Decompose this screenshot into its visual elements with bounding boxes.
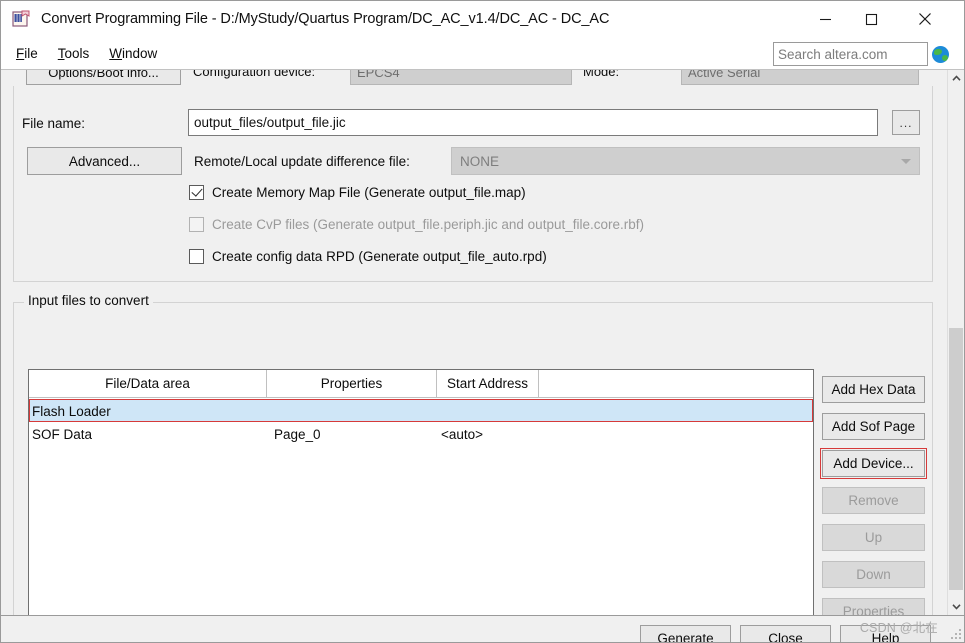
close-button[interactable] bbox=[902, 1, 948, 37]
maximize-button[interactable] bbox=[848, 1, 894, 37]
create-cvp-files-checkbox bbox=[189, 217, 204, 232]
create-config-rpd-checkbox-row[interactable]: Create config data RPD (Generate output_… bbox=[189, 249, 547, 264]
column-header-start-address[interactable]: Start Address bbox=[437, 370, 538, 397]
title-bar: Convert Programming File - D:/MyStudy/Qu… bbox=[1, 1, 964, 37]
create-cvp-files-label: Create CvP files (Generate output_file.p… bbox=[212, 217, 644, 232]
advanced-button[interactable]: Advanced... bbox=[27, 147, 182, 175]
create-memory-map-label: Create Memory Map File (Generate output_… bbox=[212, 185, 526, 200]
scroll-down-icon[interactable] bbox=[948, 598, 964, 615]
output-settings-panel: File name: ... Advanced... Remote/Local … bbox=[13, 86, 933, 282]
add-device-button[interactable]: Add Device... bbox=[820, 448, 927, 479]
input-files-table[interactable]: File/Data area Properties Start Address … bbox=[28, 369, 814, 615]
file-name-input[interactable] bbox=[188, 109, 878, 136]
cell-file-data-area: SOF Data bbox=[32, 427, 93, 442]
properties-button: Properties bbox=[822, 598, 925, 615]
menu-item-tools[interactable]: Tools bbox=[48, 43, 100, 64]
window-title: Convert Programming File - D:/MyStudy/Qu… bbox=[41, 11, 610, 27]
search-area bbox=[773, 42, 949, 66]
scroll-up-icon[interactable] bbox=[948, 70, 964, 87]
cell-file-data-area: Flash Loader bbox=[32, 404, 111, 419]
column-header-properties[interactable]: Properties bbox=[267, 370, 436, 397]
create-cvp-files-checkbox-row: Create CvP files (Generate output_file.p… bbox=[189, 217, 644, 232]
mode-label: Mode: bbox=[583, 70, 620, 79]
input-files-group-label: Input files to convert bbox=[24, 293, 153, 308]
scroll-content: Options/Boot info... Configuration devic… bbox=[1, 70, 946, 615]
menu-item-tools-label: ools bbox=[64, 45, 90, 61]
column-header-file-data-area[interactable]: File/Data area bbox=[29, 370, 266, 397]
move-down-button: Down bbox=[822, 561, 925, 588]
move-up-button: Up bbox=[822, 524, 925, 551]
search-input[interactable] bbox=[773, 42, 928, 66]
cell-start-address: <auto> bbox=[441, 427, 484, 442]
mode-combo[interactable]: Active Serial bbox=[681, 70, 919, 85]
table-header-row: File/Data area Properties Start Address bbox=[29, 370, 813, 398]
configuration-device-label: Configuration device: bbox=[193, 70, 316, 79]
menu-item-file[interactable]: File bbox=[6, 43, 48, 64]
remote-local-update-combo[interactable]: NONE bbox=[451, 147, 920, 175]
file-name-label: File name: bbox=[22, 116, 86, 131]
remove-button: Remove bbox=[822, 487, 925, 514]
chevron-down-icon bbox=[901, 159, 911, 164]
add-sof-page-button[interactable]: Add Sof Page bbox=[822, 413, 925, 440]
cell-properties: Page_0 bbox=[274, 427, 321, 442]
create-memory-map-checkbox-row[interactable]: Create Memory Map File (Generate output_… bbox=[189, 185, 526, 200]
vertical-scrollbar[interactable] bbox=[947, 70, 964, 615]
menu-item-window[interactable]: Window bbox=[99, 43, 167, 64]
browse-file-button[interactable]: ... bbox=[892, 110, 920, 135]
column-divider-3[interactable] bbox=[538, 370, 539, 397]
table-row[interactable]: Flash Loader bbox=[29, 399, 813, 422]
create-config-rpd-label: Create config data RPD (Generate output_… bbox=[212, 249, 547, 264]
resize-grip[interactable] bbox=[949, 627, 961, 639]
remote-local-update-label: Remote/Local update difference file: bbox=[194, 154, 410, 169]
dialog-client-area: Options/Boot info... Configuration devic… bbox=[1, 69, 964, 642]
dialog-button-bar: Generate Close Help bbox=[1, 615, 964, 642]
create-memory-map-checkbox[interactable] bbox=[189, 185, 204, 200]
options-boot-info-button[interactable]: Options/Boot info... bbox=[26, 70, 181, 85]
globe-icon[interactable] bbox=[932, 45, 949, 63]
clipped-top-row: Options/Boot info... Configuration devic… bbox=[13, 70, 933, 86]
menu-item-window-label: indow bbox=[122, 45, 158, 61]
scrollbar-thumb[interactable] bbox=[949, 328, 963, 590]
watermark-text: CSDN @北在 bbox=[859, 621, 938, 635]
generate-button[interactable]: Generate bbox=[640, 625, 731, 642]
programming-file-icon bbox=[11, 9, 31, 29]
create-config-rpd-checkbox[interactable] bbox=[189, 249, 204, 264]
remote-local-update-value: NONE bbox=[460, 153, 500, 169]
input-files-group: Input files to convert File/Data area Pr… bbox=[13, 293, 933, 615]
convert-programming-file-window: Convert Programming File - D:/MyStudy/Qu… bbox=[0, 0, 965, 643]
table-row[interactable]: SOF Data Page_0 <auto> bbox=[29, 423, 813, 446]
configuration-device-combo[interactable]: EPCS4 bbox=[350, 70, 572, 85]
add-hex-data-button[interactable]: Add Hex Data bbox=[822, 376, 925, 403]
close-dialog-button[interactable]: Close bbox=[740, 625, 831, 642]
menu-item-file-label: ile bbox=[24, 45, 38, 61]
minimize-button[interactable] bbox=[802, 1, 848, 37]
